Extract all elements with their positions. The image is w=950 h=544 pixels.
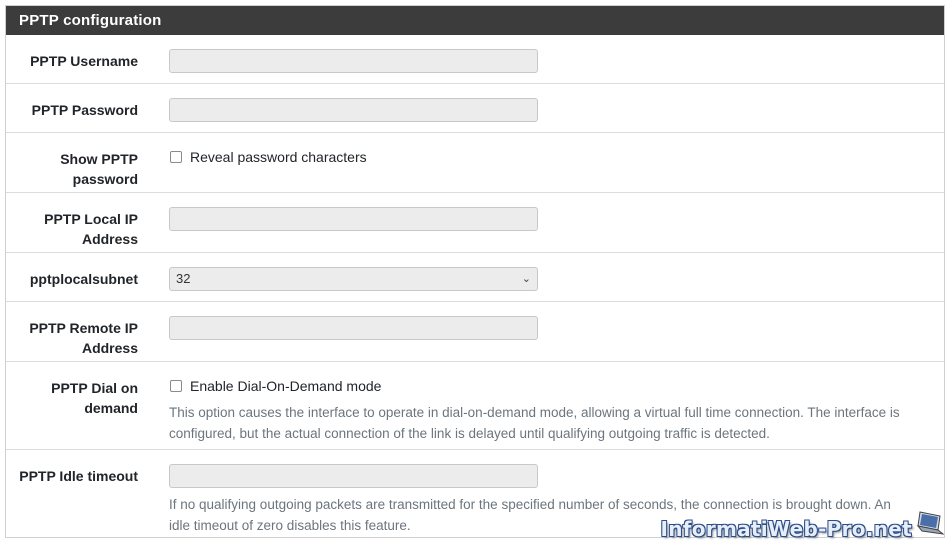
watermark-text: InformatiWeb-Pro.net [660,517,912,541]
dial-on-demand-option[interactable]: Enable Dial-On-Demand mode [169,376,936,396]
local-ip-input[interactable] [169,207,538,231]
username-label: PPTP Username [30,53,138,69]
remote-ip-label-line2: Address [81,340,138,356]
chevron-down-icon: ⌄ [521,273,531,285]
idle-timeout-input[interactable] [169,464,538,488]
local-subnet-selected-value: 32 [176,271,191,286]
row-local-subnet: pptplocalsubnet 32 ⌄ [6,253,944,302]
dial-on-demand-help-line2: configured, but the actual connection of… [169,426,770,441]
row-username: PPTP Username [6,35,944,84]
local-ip-label-line2: Address [81,231,138,247]
password-label: PPTP Password [31,102,138,118]
watermark: InformatiWeb-Pro.net [661,510,945,541]
dial-on-demand-help-line1: This option causes the interface to oper… [169,405,900,420]
row-dial-on-demand: PPTP Dial on demand Enable Dial-On-Deman… [6,362,944,450]
remote-ip-input[interactable] [169,316,538,340]
row-remote-ip: PPTP Remote IP Address [6,302,944,362]
row-local-ip: PPTP Local IP Address [6,193,944,253]
remote-ip-label: PPTP Remote IP Address [8,318,138,358]
row-password: PPTP Password [6,84,944,133]
dial-on-demand-checkbox[interactable] [170,380,182,392]
password-input[interactable] [169,98,538,122]
reveal-password-option[interactable]: Reveal password characters [169,147,936,167]
dial-on-demand-label-line1: PPTP Dial on [51,380,138,396]
pptp-configuration-panel: PPTP configuration PPTP Username PPTP Pa… [5,5,945,538]
panel-title: PPTP configuration [6,6,944,35]
remote-ip-label-line1: PPTP Remote IP [29,320,138,336]
show-password-label-line1: Show PPTP [60,151,138,167]
show-password-label-line2: password [72,171,138,187]
row-show-password: Show PPTP password Reveal password chara… [6,133,944,193]
local-subnet-label: pptplocalsubnet [29,271,138,287]
dial-on-demand-text: Enable Dial-On-Demand mode [190,378,382,394]
laptop-icon [916,510,945,541]
local-ip-label: PPTP Local IP Address [8,209,138,249]
reveal-password-text: Reveal password characters [190,149,367,165]
username-input[interactable] [169,49,538,73]
local-subnet-select[interactable]: 32 ⌄ [169,267,538,291]
dial-on-demand-label: PPTP Dial on demand [8,378,138,418]
idle-timeout-label: PPTP Idle timeout [19,468,138,484]
dial-on-demand-help: This option causes the interface to oper… [169,402,936,444]
reveal-password-checkbox[interactable] [170,151,182,163]
local-ip-label-line1: PPTP Local IP [44,211,138,227]
show-password-label: Show PPTP password [8,149,138,189]
dial-on-demand-label-line2: demand [84,400,138,416]
